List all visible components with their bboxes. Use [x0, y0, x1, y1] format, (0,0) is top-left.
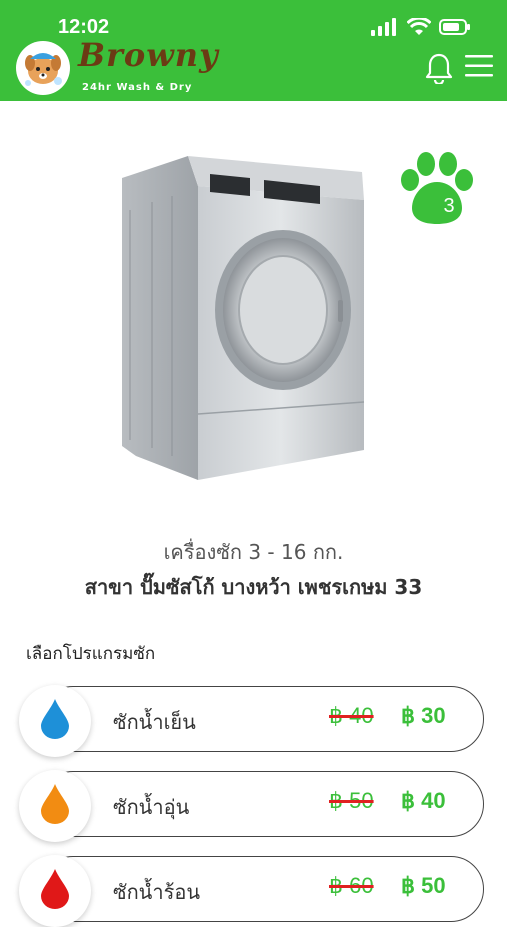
branch-name: สาขา ปั๊มซัสโก้ บางหว้า เพชรเกษม 33: [84, 575, 423, 599]
water-drop-icon: [41, 869, 69, 909]
water-drop-icon: [41, 784, 69, 824]
program-icon-circle: [19, 685, 91, 757]
program-warm-wash[interactable]: ซักน้ำอุ่น ฿ 50 ฿ 40: [19, 770, 484, 842]
program-cold-wash[interactable]: ซักน้ำเย็น ฿ 40 ฿ 30: [19, 685, 484, 757]
program-new-price: ฿ 40: [401, 788, 446, 813]
program-old-price: ฿ 60: [329, 873, 374, 898]
app-header: 12:02 Browny 24hr Wash & Dry: [0, 0, 507, 101]
program-name: ซักน้ำอุ่น: [113, 795, 190, 819]
battery-icon: [439, 19, 470, 35]
machine-number: 3: [443, 195, 454, 217]
program-old-price: ฿ 50: [329, 788, 374, 813]
menu-icon[interactable]: [465, 54, 493, 78]
program-name: ซักน้ำร้อน: [113, 880, 201, 904]
water-drop-icon: [41, 699, 69, 739]
signal-icon: [371, 18, 396, 36]
program-hot-wash[interactable]: ซักน้ำร้อน ฿ 60 ฿ 50: [19, 855, 484, 927]
program-new-price: ฿ 30: [401, 703, 446, 728]
brand-logo: [16, 41, 70, 95]
program-new-price: ฿ 50: [401, 873, 446, 898]
program-icon-circle: [19, 855, 91, 927]
program-icon-circle: [19, 770, 91, 842]
brand-tagline: 24hr Wash & Dry: [82, 82, 193, 93]
bell-icon[interactable]: [424, 52, 454, 84]
washing-machine-image: [122, 156, 365, 480]
dog-mascot-icon: [25, 53, 62, 86]
paw-icon: 3: [401, 152, 473, 224]
wifi-icon: [407, 18, 431, 35]
program-old-price: ฿ 40: [329, 703, 374, 728]
brand-name: Browny: [78, 36, 219, 74]
programs-label: เลือกโปรแกรมซัก: [26, 644, 156, 664]
machine-title: เครื่องซัก 3 - 16 กก.: [163, 540, 344, 564]
status-icons: [371, 18, 471, 36]
program-name: ซักน้ำเย็น: [113, 710, 196, 734]
